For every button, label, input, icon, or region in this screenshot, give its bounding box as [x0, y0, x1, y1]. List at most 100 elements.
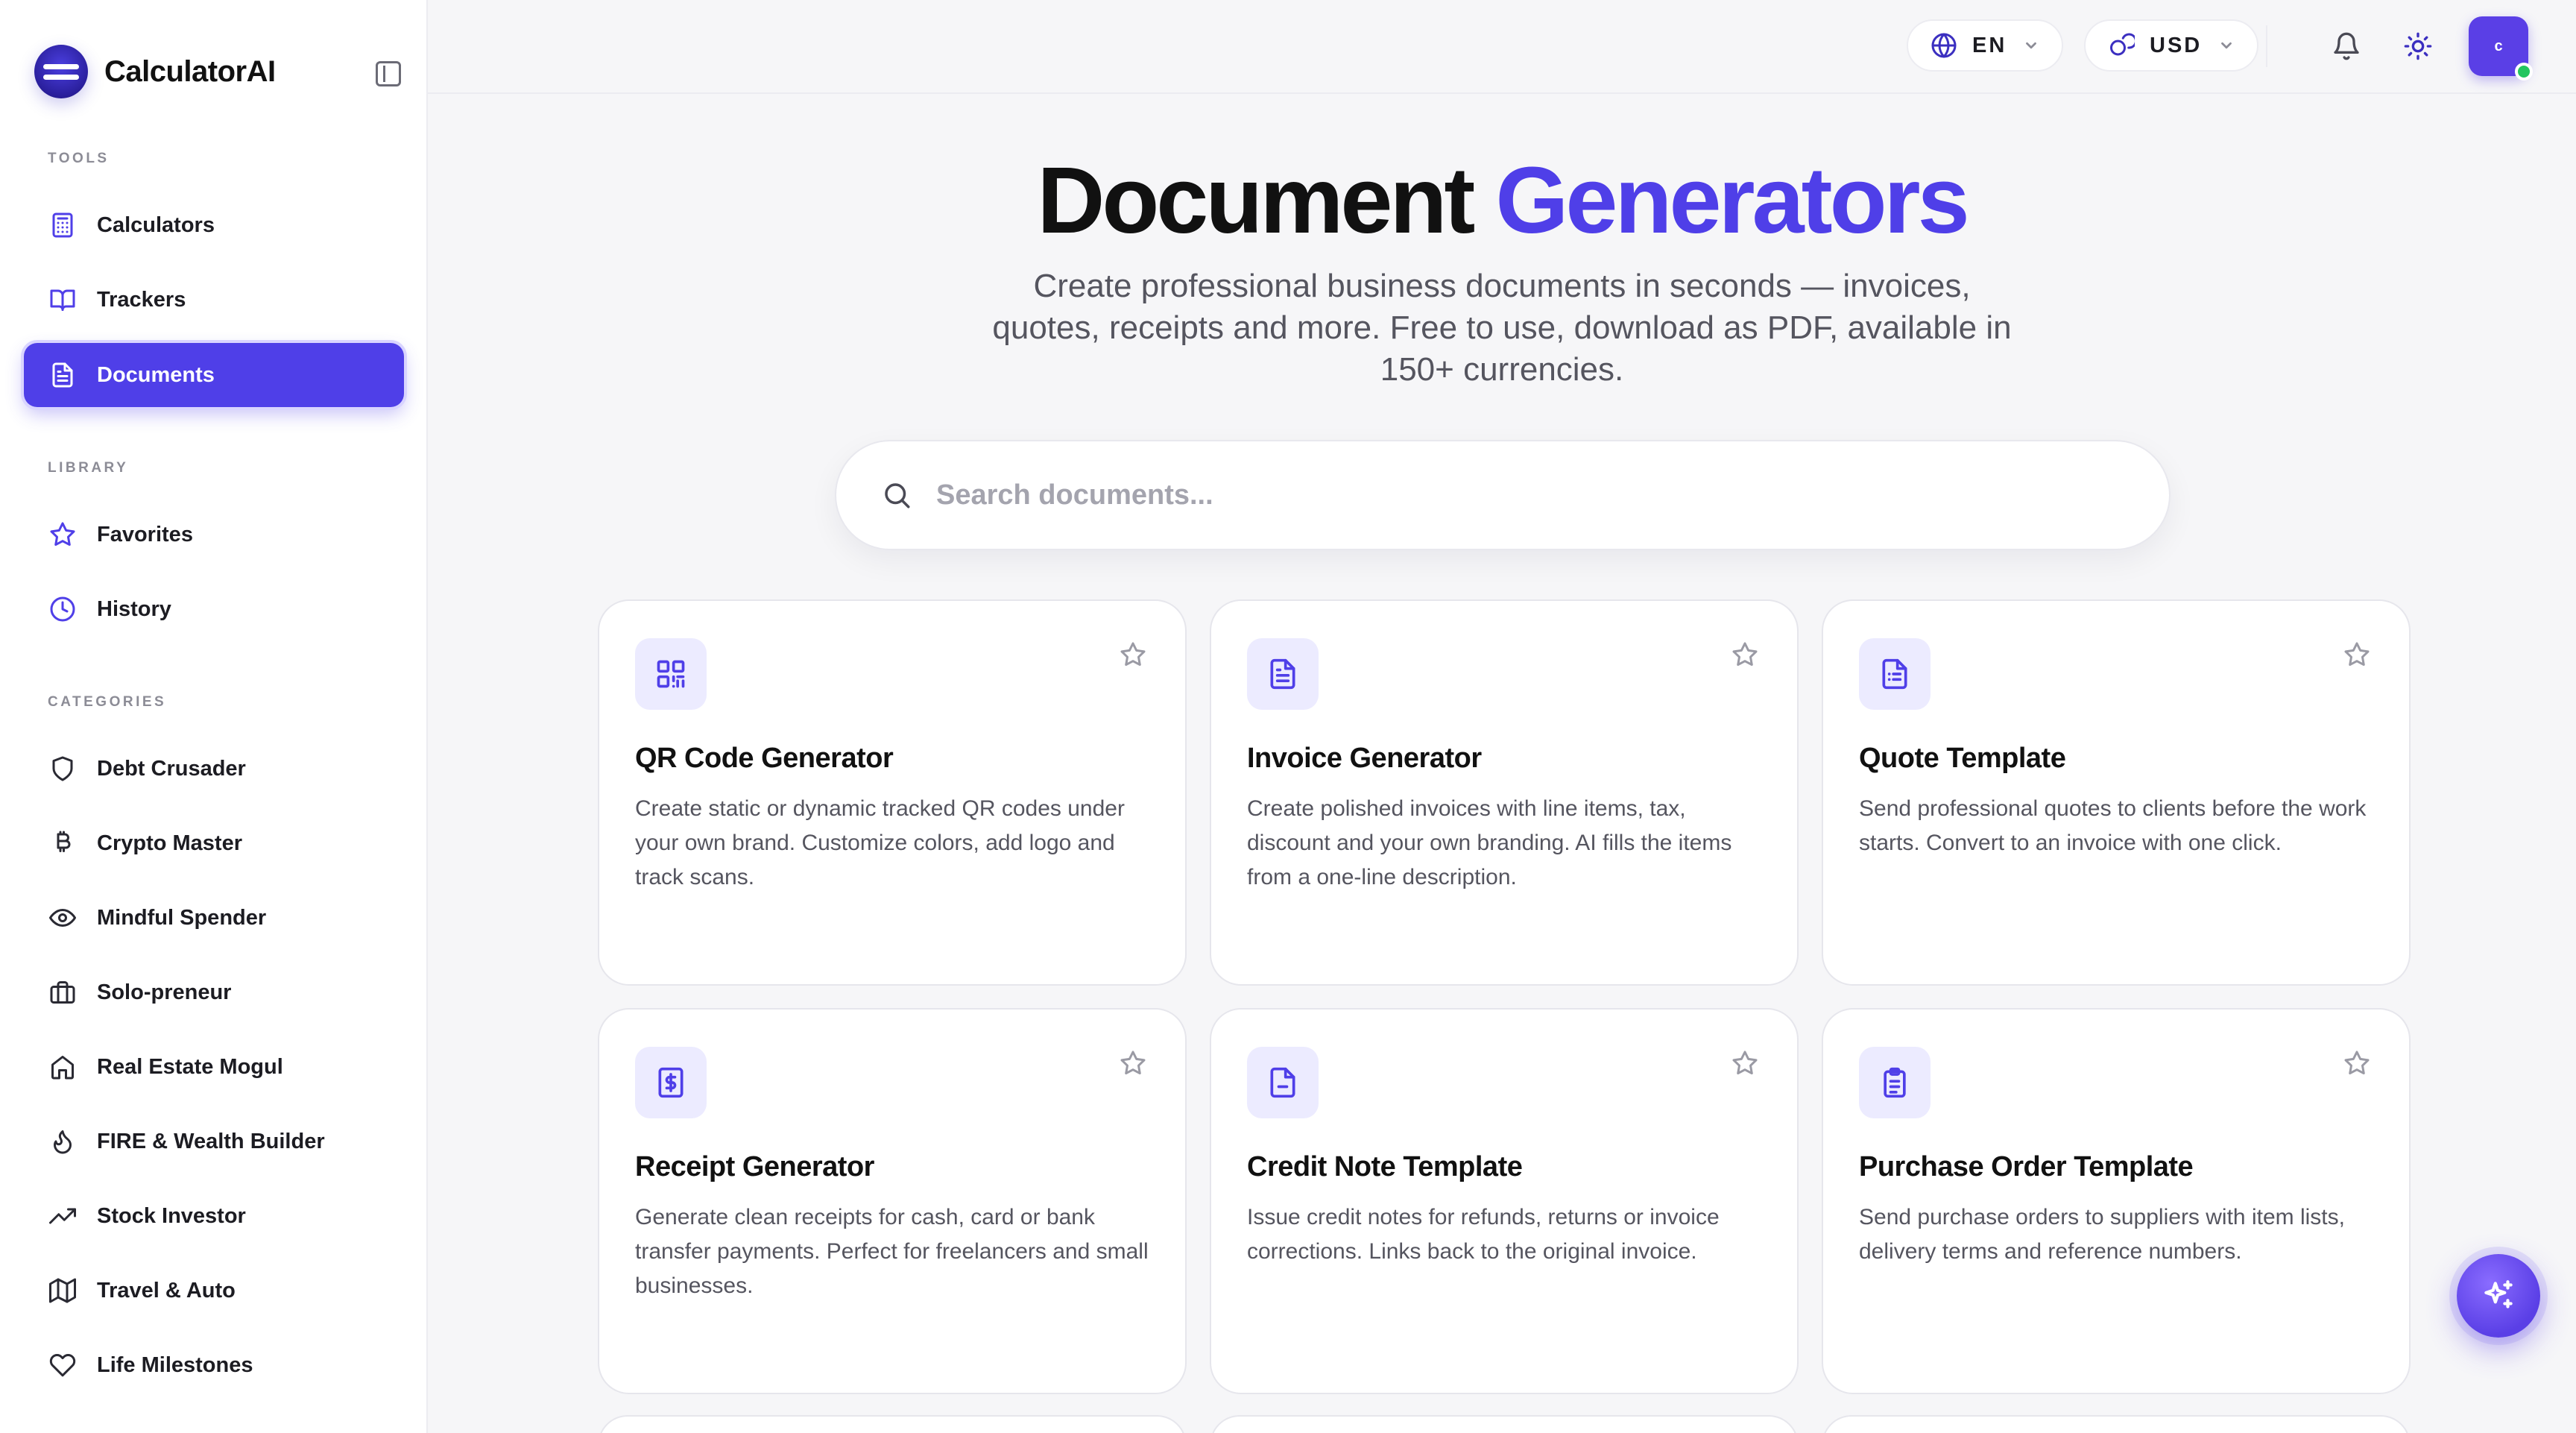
clipboard-icon — [1859, 1047, 1931, 1118]
card-qr-code-generator[interactable]: QR Code Generator Create static or dynam… — [598, 599, 1187, 986]
favorite-star-icon[interactable] — [1731, 641, 1758, 668]
card-title: QR Code Generator — [635, 743, 894, 774]
sidebar-item-trackers[interactable]: Trackers — [24, 268, 404, 332]
card-title: Credit Note Template — [1247, 1151, 1523, 1182]
book-open-icon — [49, 286, 76, 313]
section-label-categories: CATEGORIES — [48, 694, 167, 710]
card-title: Invoice Generator — [1247, 743, 1482, 774]
receipt-icon — [635, 1047, 707, 1118]
qr-code-icon — [635, 638, 707, 710]
card-invoice-generator[interactable]: Invoice Generator Create polished invoic… — [1210, 599, 1799, 986]
card-quote-template[interactable]: Quote Template Send professional quotes … — [1822, 599, 2411, 986]
coins-icon — [2110, 33, 2135, 56]
shield-icon — [49, 755, 76, 782]
card-title: Quote Template — [1859, 743, 2066, 774]
page-subtitle: Create professional business documents i… — [992, 268, 2012, 388]
sidebar-item-label: Trackers — [97, 287, 186, 312]
document-icon — [49, 362, 76, 388]
briefcase-icon — [49, 979, 76, 1006]
sidebar: CalculatorAI TOOLS Calculators Trackers … — [0, 0, 428, 1433]
clock-icon — [49, 596, 76, 623]
sidebar-item-history[interactable]: History — [24, 577, 404, 641]
sidebar-item-mindful-spender[interactable]: Mindful Spender — [24, 886, 404, 950]
sidebar-item-label: Debt Crusader — [97, 756, 246, 781]
sidebar-item-calculators[interactable]: Calculators — [24, 193, 404, 257]
sidebar-item-label: Solo-preneur — [97, 980, 232, 1004]
favorite-star-icon[interactable] — [1120, 1050, 1146, 1077]
card-purchase-order-template[interactable]: Purchase Order Template Send purchase or… — [1822, 1008, 2411, 1394]
card-description: Send professional quotes to clients befo… — [1859, 796, 2367, 855]
avatar-initial: c — [2494, 37, 2503, 54]
sidebar-item-label: Travel & Auto — [97, 1278, 236, 1303]
sidebar-item-crypto-master[interactable]: Crypto Master — [24, 811, 404, 875]
sparkles-icon — [2484, 1280, 2513, 1308]
sidebar-item-life-milestones[interactable]: Life Milestones — [24, 1333, 404, 1397]
sidebar-item-label: Crypto Master — [97, 831, 242, 855]
search-input[interactable] — [936, 479, 2054, 511]
card-description: Create static or dynamic tracked QR code… — [635, 796, 1125, 889]
brand[interactable]: CalculatorAI — [34, 45, 276, 98]
map-icon — [49, 1277, 76, 1304]
section-label-tools: TOOLS — [48, 151, 110, 166]
sidebar-item-solo-preneur[interactable]: Solo-preneur — [24, 960, 404, 1024]
sidebar-item-label: History — [97, 596, 171, 621]
search-bar[interactable] — [835, 440, 2171, 550]
card-description: Generate clean receipts for cash, card o… — [635, 1205, 1149, 1298]
card-description: Send purchase orders to suppliers with i… — [1859, 1205, 2345, 1264]
card-partial[interactable] — [1210, 1415, 1799, 1433]
sidebar-item-label: Life Milestones — [97, 1352, 253, 1377]
sidebar-item-label: FIRE & Wealth Builder — [97, 1129, 325, 1153]
sidebar-item-label: Real Estate Mogul — [97, 1054, 283, 1079]
brand-logo-icon — [34, 45, 88, 98]
favorite-star-icon[interactable] — [2343, 641, 2370, 668]
sidebar-item-label: Documents — [97, 362, 215, 387]
home-icon — [49, 1054, 76, 1080]
online-status-indicator — [2515, 63, 2533, 81]
flame-icon — [49, 1128, 76, 1155]
heart-icon — [49, 1352, 76, 1379]
favorite-star-icon[interactable] — [1120, 641, 1146, 668]
currency-selector[interactable]: USD — [2084, 19, 2259, 72]
card-receipt-generator[interactable]: Receipt Generator Generate clean receipt… — [598, 1008, 1187, 1394]
brand-name: CalculatorAI — [104, 54, 276, 88]
ai-assistant-button[interactable] — [2457, 1254, 2540, 1338]
card-partial[interactable] — [1822, 1415, 2411, 1433]
card-title: Receipt Generator — [635, 1151, 874, 1182]
page-title-accent: Generators — [1495, 148, 1969, 253]
language-selector[interactable]: EN — [1907, 19, 2064, 72]
bell-icon[interactable] — [2332, 31, 2361, 61]
sidebar-item-favorites[interactable]: Favorites — [24, 503, 404, 567]
sidebar-item-debt-crusader[interactable]: Debt Crusader — [24, 737, 404, 801]
sun-icon[interactable] — [2403, 31, 2433, 61]
card-credit-note-template[interactable]: Credit Note Template Issue credit notes … — [1210, 1008, 1799, 1394]
sidebar-item-documents[interactable]: Documents — [24, 343, 404, 407]
user-avatar[interactable]: c — [2469, 16, 2533, 81]
sidebar-item-travel-auto[interactable]: Travel & Auto — [24, 1259, 404, 1323]
star-icon — [49, 521, 76, 548]
card-description: Issue credit notes for refunds, returns … — [1247, 1205, 1720, 1264]
quote-icon — [1859, 638, 1931, 710]
eye-icon — [49, 904, 76, 931]
currency-value: USD — [2150, 33, 2203, 57]
sidebar-item-label: Mindful Spender — [97, 905, 267, 930]
favorite-star-icon[interactable] — [2343, 1050, 2370, 1077]
card-partial[interactable] — [598, 1415, 1187, 1433]
bitcoin-icon — [49, 830, 76, 857]
section-label-library: LIBRARY — [48, 460, 129, 476]
sidebar-item-stock-investor[interactable]: Stock Investor — [24, 1184, 404, 1248]
sidebar-item-label: Stock Investor — [97, 1203, 246, 1228]
credit-note-icon — [1247, 1047, 1319, 1118]
sidebar-collapse-icon[interactable] — [376, 61, 401, 86]
invoice-icon — [1247, 638, 1319, 710]
page-title-main: Document — [1037, 148, 1475, 253]
sidebar-item-label: Favorites — [97, 522, 193, 547]
chevron-down-icon — [2026, 42, 2037, 49]
favorite-star-icon[interactable] — [1731, 1050, 1758, 1077]
sidebar-item-real-estate-mogul[interactable]: Real Estate Mogul — [24, 1035, 404, 1099]
trending-up-icon — [49, 1203, 76, 1229]
chevron-down-icon — [2221, 42, 2232, 49]
language-value: EN — [1972, 33, 2007, 57]
sidebar-item-fire-wealth-builder[interactable]: FIRE & Wealth Builder — [24, 1109, 404, 1174]
search-icon — [885, 483, 910, 508]
topbar-divider — [2266, 25, 2267, 67]
